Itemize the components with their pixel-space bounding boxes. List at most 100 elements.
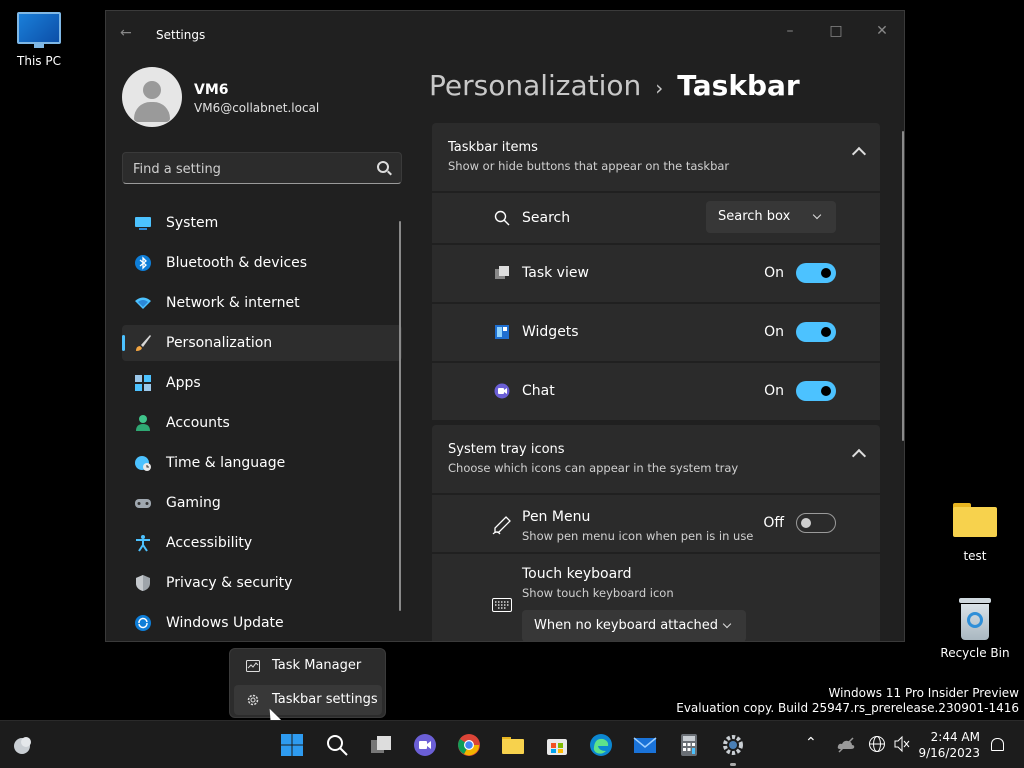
this-pc-icon: [17, 12, 61, 48]
back-arrow-icon[interactable]: ←: [120, 25, 132, 41]
content-scrollbar[interactable]: [902, 131, 904, 441]
recycle-bin-icon: [957, 598, 993, 640]
close-button[interactable]: ✕: [862, 17, 902, 45]
desktop-icon-recycle-bin[interactable]: Recycle Bin: [935, 598, 1015, 660]
task-view-icon[interactable]: [369, 733, 393, 757]
notification-bell-icon[interactable]: [991, 738, 1004, 751]
maximize-button[interactable]: □: [816, 17, 856, 45]
sidebar-item-accessibility[interactable]: Accessibility: [122, 525, 402, 561]
user-email: VM6@collabnet.local: [194, 101, 320, 115]
toggle-state: On: [764, 265, 784, 281]
sidebar-item-label: Personalization: [166, 335, 273, 351]
breadcrumb-parent[interactable]: Personalization: [429, 69, 641, 102]
mail-icon[interactable]: [633, 733, 657, 757]
sidebar-item-windows-update[interactable]: Windows Update: [122, 605, 402, 641]
chevron-right-icon: ›: [655, 76, 664, 100]
shield-icon: [136, 575, 150, 591]
apps-icon: [135, 375, 151, 391]
desktop-icon-label: This PC: [17, 54, 61, 68]
sidebar-item-accounts[interactable]: Accounts: [122, 405, 402, 441]
sidebar-item-label: System: [166, 215, 219, 231]
menu-item-task-manager[interactable]: Task Manager: [234, 651, 382, 681]
store-icon[interactable]: [545, 733, 569, 757]
touch-keyboard-dropdown[interactable]: When no keyboard attached: [522, 610, 746, 641]
accessibility-icon: [136, 535, 150, 552]
globe-clock-icon: [135, 456, 151, 471]
taskbar: ⌃ 2:44 AM 9/16/2023: [0, 720, 1024, 768]
sidebar-item-label: Time & language: [166, 455, 286, 471]
weather-icon[interactable]: [10, 733, 34, 757]
calculator-icon[interactable]: [677, 733, 701, 757]
taskbar-context-menu: Task Manager Taskbar settings: [229, 648, 386, 718]
title-bar: ← Settings – □ ✕: [106, 11, 904, 59]
setting-row-chat: Chat On: [432, 363, 880, 420]
widgets-toggle[interactable]: [796, 322, 836, 342]
sidebar-item-time-language[interactable]: Time & language: [122, 445, 402, 481]
page-title: Taskbar: [677, 69, 800, 102]
widgets-icon: [495, 325, 509, 339]
brush-icon: [136, 335, 151, 351]
chat-icon: [494, 383, 510, 399]
dropdown-value: When no keyboard attached: [534, 618, 718, 633]
settings-content: Taskbar items Show or hide buttons that …: [432, 123, 880, 641]
clock-date: 9/16/2023: [918, 746, 980, 760]
clock[interactable]: 2:44 AM 9/16/2023: [918, 729, 980, 761]
volume-muted-icon[interactable]: [893, 735, 911, 753]
sidebar-item-network[interactable]: Network & internet: [122, 285, 402, 321]
task-view-icon: [495, 266, 509, 279]
clock-time: 2:44 AM: [930, 730, 980, 744]
search-input[interactable]: [133, 159, 363, 179]
setting-label: Task view: [522, 265, 589, 281]
toggle-state: On: [764, 324, 784, 340]
search-mode-dropdown[interactable]: Search box: [706, 201, 836, 233]
sidebar-item-bluetooth[interactable]: Bluetooth & devices: [122, 245, 402, 281]
sidebar-item-label: Windows Update: [166, 615, 284, 631]
edge-icon[interactable]: [589, 733, 613, 757]
sidebar-item-privacy[interactable]: Privacy & security: [122, 565, 402, 601]
menu-item-taskbar-settings[interactable]: Taskbar settings: [234, 685, 382, 715]
globe-icon[interactable]: [868, 735, 886, 753]
sidebar-item-personalization[interactable]: Personalization: [122, 325, 402, 361]
task-view-toggle[interactable]: [796, 263, 836, 283]
search-box[interactable]: [122, 152, 402, 184]
sidebar-scrollbar[interactable]: [399, 221, 401, 611]
menu-item-label: Task Manager: [272, 658, 362, 673]
search-icon[interactable]: [325, 733, 349, 757]
user-name: VM6: [194, 82, 229, 98]
chevron-up-icon: [851, 448, 867, 464]
toggle-state: On: [764, 383, 784, 399]
sidebar-item-label: Network & internet: [166, 295, 300, 311]
start-icon[interactable]: [280, 733, 304, 757]
folder-icon: [953, 503, 997, 537]
setting-label: Pen Menu: [522, 509, 591, 525]
chevron-up-icon[interactable]: ⌃: [805, 735, 817, 751]
chevron-down-icon: [722, 619, 732, 629]
chat-toggle[interactable]: [796, 381, 836, 401]
group-title: Taskbar items: [448, 140, 538, 155]
sidebar-item-label: Privacy & security: [166, 575, 293, 591]
sidebar-item-system[interactable]: System: [122, 205, 402, 241]
file-explorer-icon[interactable]: [501, 733, 525, 757]
taskbar-items-header[interactable]: Taskbar items Show or hide buttons that …: [432, 123, 880, 191]
settings-gear-icon[interactable]: [721, 733, 745, 757]
sidebar-item-gaming[interactable]: Gaming: [122, 485, 402, 521]
minimize-button[interactable]: –: [770, 17, 810, 45]
setting-row-search: Search Search box: [432, 193, 880, 243]
avatar[interactable]: [122, 67, 182, 127]
setting-label: Touch keyboard: [522, 566, 632, 582]
chat-icon[interactable]: [413, 733, 437, 757]
gear-icon: [247, 694, 259, 706]
pen-menu-toggle[interactable]: [796, 513, 836, 533]
group-subtitle: Show or hide buttons that appear on the …: [448, 159, 730, 173]
chrome-icon[interactable]: [457, 733, 481, 757]
setting-row-widgets: Widgets On: [432, 304, 880, 361]
sidebar-item-apps[interactable]: Apps: [122, 365, 402, 401]
setting-label: Search: [522, 210, 571, 226]
sidebar-item-label: Gaming: [166, 495, 221, 511]
desktop-icon-test-folder[interactable]: test: [935, 503, 1015, 563]
desktop-icon-this-pc[interactable]: This PC: [0, 12, 79, 68]
sidebar-item-label: Accessibility: [166, 535, 253, 551]
onedrive-icon[interactable]: [836, 735, 856, 755]
system-tray-header[interactable]: System tray icons Choose which icons can…: [432, 425, 880, 493]
search-icon: [377, 161, 389, 173]
